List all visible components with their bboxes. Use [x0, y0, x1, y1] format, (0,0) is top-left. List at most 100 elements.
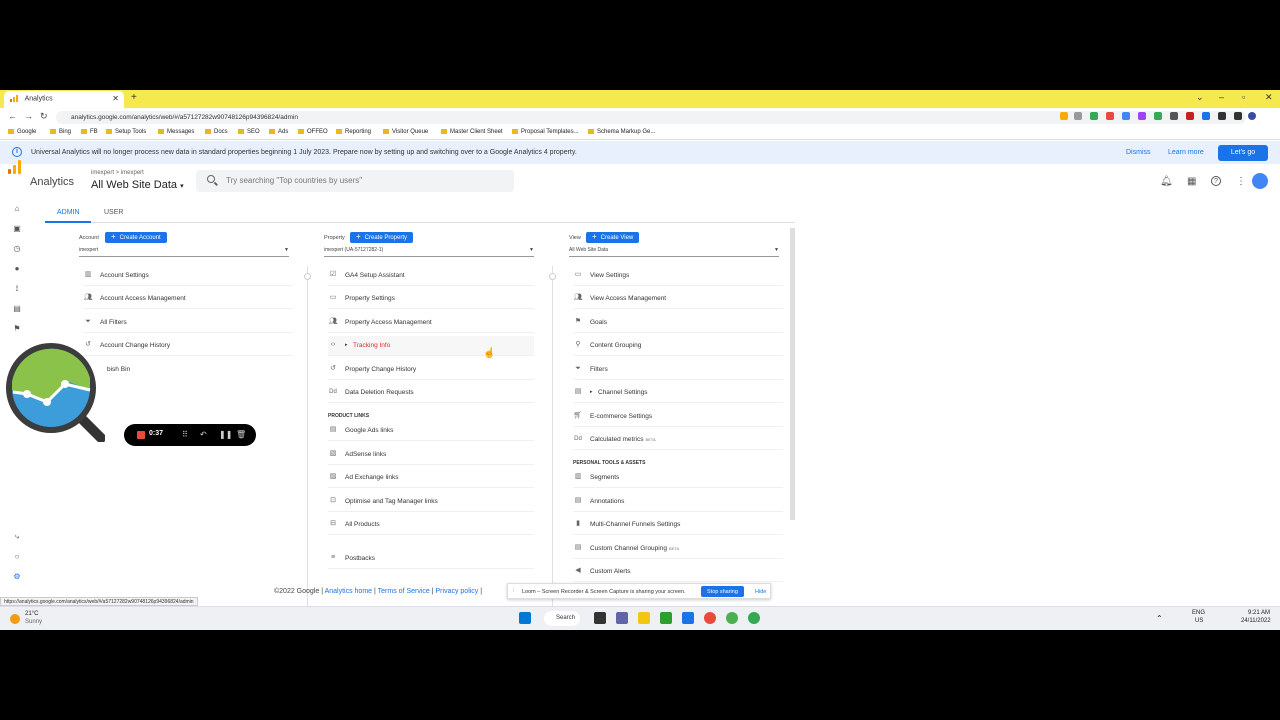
extension-icon[interactable]	[1074, 112, 1082, 120]
bookmark-item[interactable]: OFFEO	[298, 129, 328, 135]
tray-arrow-icon[interactable]: ⌃	[1156, 614, 1163, 623]
view-settings-item[interactable]: ▭ View Settings	[573, 266, 783, 286]
terms-link[interactable]: Terms of Service	[378, 588, 430, 595]
minimize-icon[interactable]: –	[1219, 92, 1224, 102]
clock-time[interactable]: 9:21 AM	[1248, 610, 1270, 616]
extension-icon[interactable]	[1090, 112, 1098, 120]
filters-item[interactable]: ⏷ Filters	[573, 360, 783, 380]
windows-start-icon[interactable]	[519, 612, 531, 624]
extension-icon[interactable]	[1154, 112, 1162, 120]
stop-recording-button[interactable]	[137, 431, 145, 439]
all-filters-item[interactable]: ⏷ All Filters	[83, 313, 293, 333]
browser-icon[interactable]	[704, 612, 716, 624]
account-settings-item[interactable]: ▥ Account Settings	[83, 266, 293, 286]
task-view-icon[interactable]	[594, 612, 606, 624]
new-tab-icon[interactable]: +	[131, 92, 137, 103]
channel-settings-item[interactable]: ▤ ▸ Channel Settings	[573, 383, 783, 403]
content-grouping-item[interactable]: ⚲ Content Grouping	[573, 336, 783, 356]
ecommerce-settings-item[interactable]: 🛒︎ E-commerce Settings	[573, 407, 783, 427]
optimise-tag-manager-item[interactable]: ⊡ Optimise and Tag Manager links	[328, 492, 534, 512]
tracking-info-item[interactable]: ‹› ▸ Tracking Info	[328, 336, 534, 356]
bookmark-item[interactable]: Docs	[205, 129, 228, 135]
extension-icon[interactable]	[1122, 112, 1130, 120]
extension-icon[interactable]	[1202, 112, 1210, 120]
segments-item[interactable]: ▥ Segments	[573, 468, 783, 488]
scrollbar[interactable]	[790, 228, 795, 520]
discover-icon[interactable]: ○	[12, 552, 22, 561]
bookmark-item[interactable]: Google	[8, 129, 36, 135]
close-window-icon[interactable]: ✕	[1265, 92, 1273, 103]
language-indicator[interactable]: ENG	[1192, 610, 1205, 616]
lets-go-button[interactable]: Let's go	[1218, 145, 1268, 161]
hide-button[interactable]: Hide	[755, 589, 766, 595]
custom-channel-grouping-item[interactable]: ▤ Custom Channel Grouping BETA	[573, 539, 783, 559]
restart-icon[interactable]: ↶	[200, 430, 207, 439]
audience-icon[interactable]: ●	[12, 264, 22, 273]
bookmark-item[interactable]: Schema Markup Ge...	[588, 129, 655, 135]
ad-exchange-links-item[interactable]: ▨ Ad Exchange links	[328, 468, 534, 488]
word-icon[interactable]	[682, 612, 694, 624]
property-access-item[interactable]: 👥︎ Property Access Management	[328, 313, 534, 333]
extension-icon[interactable]	[1060, 112, 1068, 120]
home-icon[interactable]: ⌂	[12, 204, 22, 213]
bookmark-item[interactable]: SEO	[238, 129, 260, 135]
chrome-profile-icon[interactable]	[748, 612, 760, 624]
help-icon[interactable]: ?	[1211, 176, 1221, 186]
property-change-history-item[interactable]: ↺ Property Change History	[328, 360, 534, 380]
all-products-item[interactable]: ⊟ All Products	[328, 515, 534, 535]
bookmark-item[interactable]: Reporting	[336, 129, 371, 135]
account-change-history-item[interactable]: ↺ Account Change History	[83, 336, 293, 356]
bookmark-item[interactable]: FB	[81, 129, 98, 135]
maximize-icon[interactable]: ▫	[1242, 92, 1245, 102]
property-selector[interactable]: All Web Site Data ▾	[91, 179, 184, 191]
account-avatar[interactable]	[1252, 173, 1268, 189]
realtime-icon[interactable]: ◷	[12, 244, 22, 253]
adsense-links-item[interactable]: ▧ AdSense links	[328, 445, 534, 465]
bookmark-item[interactable]: Bing	[50, 129, 71, 135]
bookmark-item[interactable]: Messages	[158, 129, 194, 135]
create-view-button[interactable]: + Create View	[586, 232, 640, 243]
bookmark-item[interactable]: Proposal Templates...	[512, 129, 579, 135]
browser-tab[interactable]: Analytics ✕	[4, 91, 124, 108]
ga4-setup-item[interactable]: ☑ GA4 Setup Assistant	[328, 266, 534, 286]
create-account-button[interactable]: + Create Account	[105, 232, 167, 243]
mcf-settings-item[interactable]: ▮ Multi-Channel Funnels Settings	[573, 515, 783, 535]
profile-avatar[interactable]	[1248, 112, 1256, 120]
back-icon[interactable]: ←	[8, 111, 17, 121]
create-property-button[interactable]: + Create Property	[350, 232, 414, 243]
extension-icon[interactable]	[1186, 112, 1194, 120]
forward-icon[interactable]: →	[24, 111, 33, 121]
dismiss-link[interactable]: Dismiss	[1126, 149, 1151, 156]
property-settings-item[interactable]: ▭ Property Settings	[328, 289, 534, 309]
bookmark-item[interactable]: Ads	[269, 129, 288, 135]
extension-icon[interactable]	[1170, 112, 1178, 120]
account-breadcrumb[interactable]: imexpert > imexpert	[91, 170, 144, 176]
data-deletion-item[interactable]: Dd Data Deletion Requests	[328, 383, 534, 403]
extension-icon[interactable]	[1106, 112, 1114, 120]
puzzle-icon[interactable]	[1218, 112, 1226, 120]
google-ads-links-item[interactable]: ▤ Google Ads links	[328, 421, 534, 441]
analytics-home-link[interactable]: Analytics home	[325, 588, 372, 595]
more-vert-icon[interactable]: ⋮	[1236, 176, 1246, 187]
notifications-icon[interactable]: 🔔︎	[1160, 176, 1173, 187]
bookmark-item[interactable]: Master Client Sheet	[441, 129, 503, 135]
sidebar-icon[interactable]	[1234, 112, 1242, 120]
postbacks-item[interactable]: ≡ Postbacks	[328, 549, 534, 569]
excel-icon[interactable]	[660, 612, 672, 624]
conversions-icon[interactable]: ⚑	[12, 324, 22, 333]
extension-icon[interactable]	[1138, 112, 1146, 120]
teams-icon[interactable]	[616, 612, 628, 624]
stop-sharing-button[interactable]: Stop sharing	[701, 586, 744, 597]
weather-sun-icon[interactable]	[10, 614, 20, 624]
goals-item[interactable]: ⚑ Goals	[573, 313, 783, 333]
file-explorer-icon[interactable]	[638, 612, 650, 624]
delete-icon[interactable]: 🗑︎	[236, 430, 246, 439]
bookmark-item[interactable]: Setup Tools	[106, 129, 146, 135]
calculated-metrics-item[interactable]: Dd Calculated metrics BETA	[573, 430, 783, 450]
custom-alerts-item[interactable]: ◀ Custom Alerts	[573, 562, 783, 582]
chrome-icon[interactable]	[726, 612, 738, 624]
drag-handle-icon[interactable]: ⠿	[182, 430, 188, 439]
annotations-item[interactable]: ▤ Annotations	[573, 492, 783, 512]
account-access-item[interactable]: 👥︎ Account Access Management	[83, 289, 293, 309]
pause-icon[interactable]: ❚❚	[219, 430, 232, 439]
